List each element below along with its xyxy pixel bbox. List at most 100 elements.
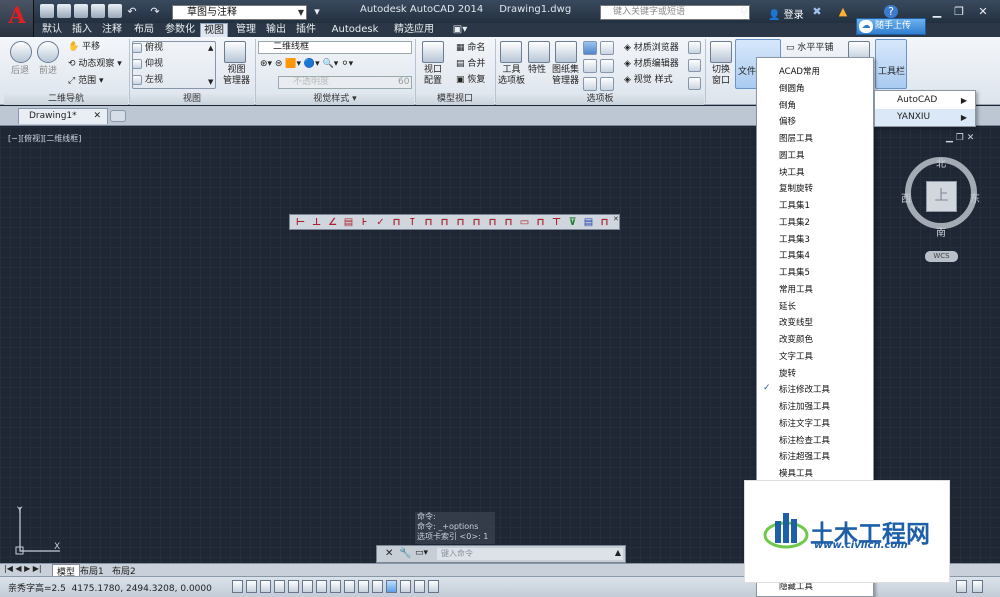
- menu-item[interactable]: 图层工具: [779, 132, 813, 144]
- clean-screen-icon[interactable]: [972, 580, 983, 593]
- help-icon[interactable]: ?: [884, 5, 898, 18]
- visual-style-tools[interactable]: ⊛▾ ⊜ 🟧▾ 🔵▾ 🔍▾ ⚪▾: [260, 59, 353, 70]
- dim-tool-icon[interactable]: ⊓: [486, 217, 499, 228]
- menu-item[interactable]: 工具集4: [779, 249, 810, 261]
- menu-item[interactable]: 工具集2: [779, 216, 810, 228]
- close-icon[interactable]: ✕: [976, 5, 990, 18]
- pan-button[interactable]: ✋ 平移: [68, 42, 100, 53]
- menu-item[interactable]: 延长: [779, 300, 796, 312]
- tool-palettes-icon[interactable]: [500, 41, 522, 63]
- qp-icon[interactable]: [386, 580, 397, 593]
- menu-item[interactable]: 工具集3: [779, 233, 810, 245]
- undo-icon[interactable]: ↶: [125, 5, 139, 18]
- palette-toggle-icon[interactable]: [600, 77, 614, 91]
- menu-item[interactable]: 文字工具: [779, 350, 813, 362]
- tab-parametric[interactable]: 参数化: [162, 23, 198, 37]
- menu-item[interactable]: 倒圆角: [779, 82, 805, 94]
- properties-button[interactable]: 特性: [528, 65, 546, 76]
- compass-west[interactable]: 西: [901, 190, 911, 205]
- visual-styles-button[interactable]: ◈ 视觉 样式: [624, 75, 673, 86]
- document-tab[interactable]: Drawing1* ✕: [18, 108, 108, 124]
- tab-output[interactable]: 输出: [262, 23, 290, 37]
- dim-tool-icon[interactable]: ⊓: [470, 217, 483, 228]
- tile-horizontal-button[interactable]: ▭ 水平平铺: [786, 43, 833, 54]
- snap-icon[interactable]: [232, 580, 243, 593]
- ortho-icon[interactable]: [260, 580, 271, 593]
- viewcube[interactable]: 上: [926, 181, 957, 212]
- visual-style-select[interactable]: 二维线框: [258, 41, 412, 54]
- transparency-icon[interactable]: [372, 580, 383, 593]
- upload-button[interactable]: ☁ 随手上传: [856, 18, 926, 35]
- open-file-icon[interactable]: [57, 4, 71, 18]
- ducs-icon[interactable]: [330, 580, 341, 593]
- otrack-icon[interactable]: [316, 580, 327, 593]
- palette-toggle-icon[interactable]: [688, 77, 701, 90]
- compass-east[interactable]: 东: [970, 190, 980, 205]
- menu-item[interactable]: ACAD常用: [779, 65, 820, 77]
- tab-autodesk360[interactable]: Autodesk 360: [324, 23, 386, 49]
- login-button[interactable]: 👤 登录: [768, 6, 804, 21]
- menu-item[interactable]: 标注修改工具: [779, 383, 830, 395]
- search-input[interactable]: 键入关键字或短语: [600, 5, 750, 20]
- menu-item[interactable]: 改变线型: [779, 316, 813, 328]
- back-icon[interactable]: [10, 41, 32, 63]
- dim-tool-icon[interactable]: ∠: [326, 217, 339, 228]
- command-input[interactable]: 键入命令: [437, 548, 623, 560]
- menu-item[interactable]: 标注检查工具: [779, 434, 830, 446]
- dim-tool-icon[interactable]: ⊓: [534, 217, 547, 228]
- dim-tool-icon[interactable]: ▤: [582, 217, 595, 228]
- menu-item[interactable]: 倒角: [779, 99, 796, 111]
- dim-tool-icon[interactable]: ⊢: [294, 217, 307, 228]
- redo-icon[interactable]: ↷: [148, 5, 162, 18]
- sheet-set-icon[interactable]: [555, 41, 577, 63]
- menu-item[interactable]: 块工具: [779, 166, 805, 178]
- menu-item[interactable]: 常用工具: [779, 283, 813, 295]
- palette-toggle-icon[interactable]: [688, 41, 701, 54]
- menu-item[interactable]: 圆工具: [779, 149, 805, 161]
- application-menu-button[interactable]: A: [0, 0, 34, 37]
- menu-item[interactable]: 复制旋转: [779, 182, 813, 194]
- exchange-icon[interactable]: ✖: [810, 5, 824, 18]
- workspace-select[interactable]: 草图与注释 ▼: [172, 5, 307, 20]
- dim-tool-icon[interactable]: ⊓: [454, 217, 467, 228]
- palette-toggle-icon[interactable]: [583, 41, 597, 55]
- layout-nav-icon[interactable]: |◀ ◀ ▶ ▶|: [4, 564, 42, 573]
- restore-viewports-button[interactable]: ▣ 恢复: [456, 75, 485, 86]
- forward-icon[interactable]: [37, 41, 59, 63]
- restore-icon[interactable]: ❐: [952, 5, 966, 18]
- submenu-item-yanxiu[interactable]: YANXIU ▶: [875, 109, 975, 126]
- a360-icon[interactable]: ▲: [836, 5, 850, 18]
- menu-item[interactable]: 旋转: [779, 367, 796, 379]
- opacity-slider[interactable]: 不透明度: [278, 76, 412, 89]
- toolbars-button[interactable]: [875, 39, 907, 89]
- menu-item[interactable]: 标注超强工具: [779, 450, 830, 462]
- 3dosnap-icon[interactable]: [302, 580, 313, 593]
- menu-item[interactable]: 偏移: [779, 115, 796, 127]
- floating-toolbar[interactable]: ⊢ ⊥ ∠ ▤ ⊦ ✓ ⊓ ⊺ ⊓ ⊓ ⊓ ⊓ ⊓ ⊓ ▭ ⊓ ⊤ ⊽ ▤ ⊓ …: [289, 214, 620, 230]
- viewport-config-icon[interactable]: [422, 41, 444, 63]
- dim-tool-icon[interactable]: ⊓: [598, 217, 611, 228]
- wcs-menu[interactable]: WCS: [925, 251, 958, 262]
- dim-tool-icon[interactable]: ⊺: [406, 217, 419, 228]
- menu-item[interactable]: 工具集1: [779, 199, 810, 211]
- osnap-icon[interactable]: [288, 580, 299, 593]
- palette-toggle-icon[interactable]: [583, 77, 597, 91]
- switch-window-button[interactable]: 切换 窗口: [712, 65, 730, 87]
- material-browser-button[interactable]: ◈ 材质浏览器: [624, 43, 679, 54]
- dyn-icon[interactable]: [344, 580, 355, 593]
- recent-commands-icon[interactable]: ▭▾: [415, 548, 428, 558]
- plot-icon[interactable]: [108, 4, 122, 18]
- fullscreen-icon[interactable]: [956, 580, 967, 593]
- scroll-down-icon[interactable]: ▼: [208, 77, 213, 88]
- save-icon[interactable]: [74, 4, 88, 18]
- view-list[interactable]: [132, 41, 216, 89]
- lineweight-icon[interactable]: [358, 580, 369, 593]
- switch-window-icon[interactable]: [710, 41, 732, 63]
- menu-item[interactable]: 标注加强工具: [779, 400, 830, 412]
- extents-button[interactable]: ⤢ 范围 ▾: [68, 76, 103, 87]
- tab-annotate[interactable]: 注释: [98, 23, 126, 37]
- forward-button[interactable]: 前进: [39, 66, 57, 77]
- command-expand-icon[interactable]: ▲: [615, 548, 621, 557]
- join-viewports-button[interactable]: ▤ 合并: [456, 59, 485, 70]
- viewport-config-button[interactable]: 视口 配置: [424, 65, 442, 87]
